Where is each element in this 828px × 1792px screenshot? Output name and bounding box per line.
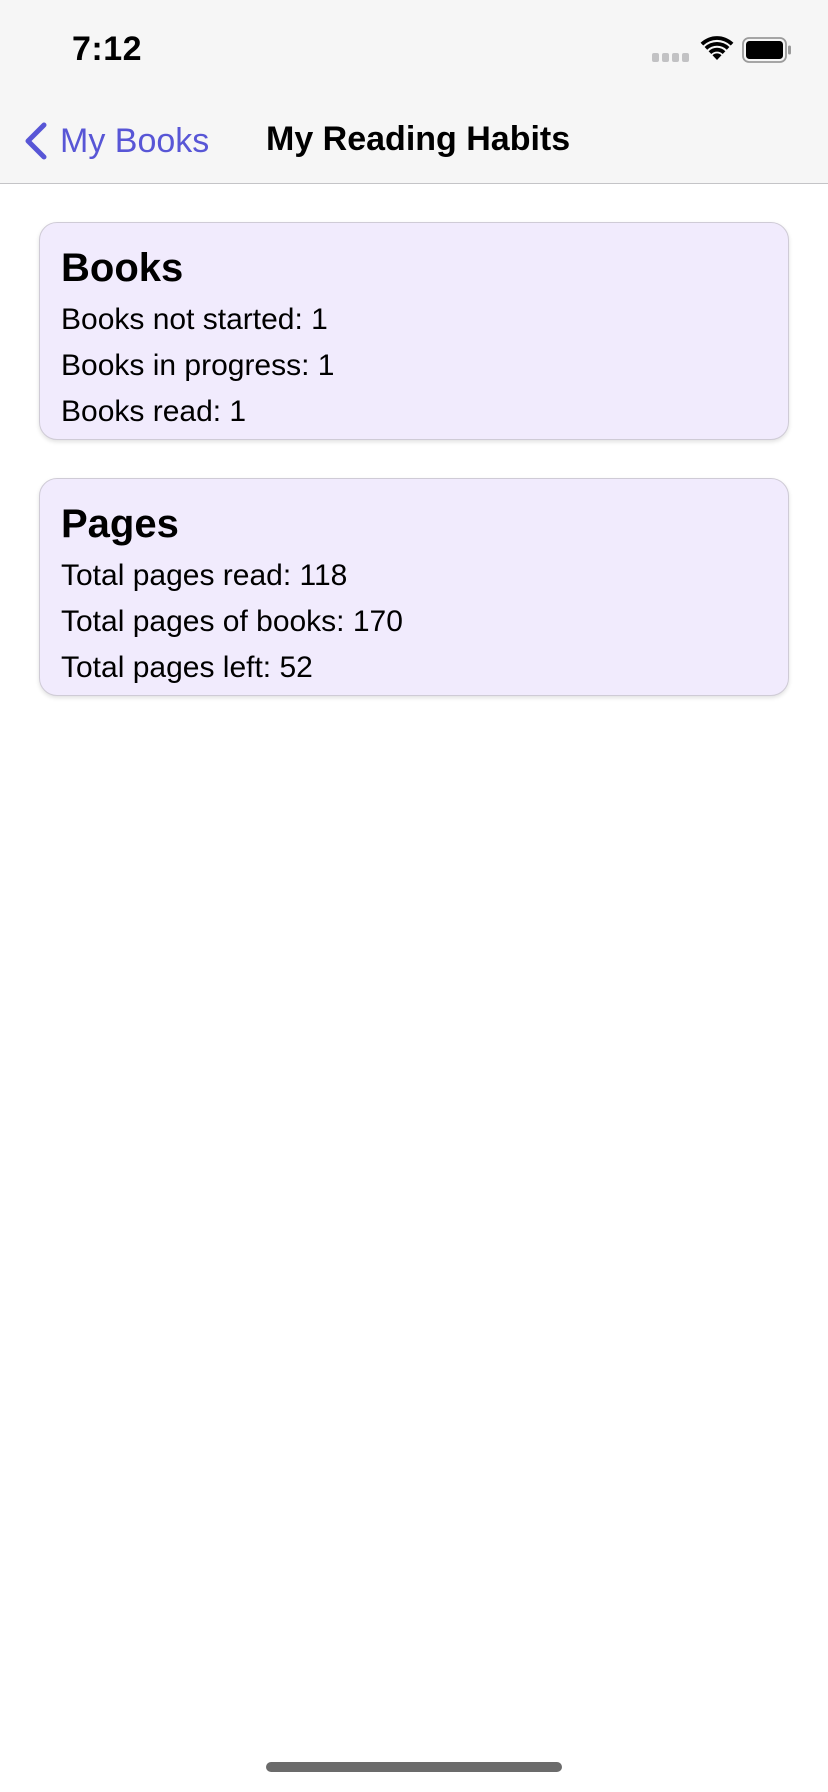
back-button-label: My Books (60, 121, 210, 160)
signal-icon (652, 53, 690, 62)
navigation-bar: My Books My Reading Habits (0, 100, 828, 184)
page-title: My Reading Habits (266, 120, 571, 158)
total-pages-left: Total pages left: 52 (61, 651, 313, 684)
books-in-progress: Books in progress: 1 (61, 349, 335, 382)
pages-card: Pages Total pages read: 118 Total pages … (39, 478, 789, 696)
chevron-left-icon (25, 122, 47, 160)
books-not-started: Books not started: 1 (61, 303, 328, 336)
card-title: Pages (61, 502, 179, 546)
status-time: 7:12 (72, 30, 143, 68)
home-indicator[interactable] (266, 1762, 562, 1772)
total-pages-read: Total pages read: 118 (61, 559, 348, 592)
screen: 7:12 My Books My Reading Habits Books Bo… (0, 0, 828, 1792)
card-title: Books (61, 246, 184, 290)
back-button[interactable]: My Books (22, 118, 209, 164)
status-bar: 7:12 (0, 0, 828, 100)
total-pages-of-books: Total pages of books: 170 (61, 605, 403, 638)
wifi-icon (700, 36, 734, 60)
battery-icon (742, 37, 791, 63)
books-read: Books read: 1 (61, 395, 247, 428)
top-chrome: 7:12 My Books My Reading Habits (0, 0, 828, 184)
books-card: Books Books not started: 1 Books in prog… (39, 222, 789, 440)
